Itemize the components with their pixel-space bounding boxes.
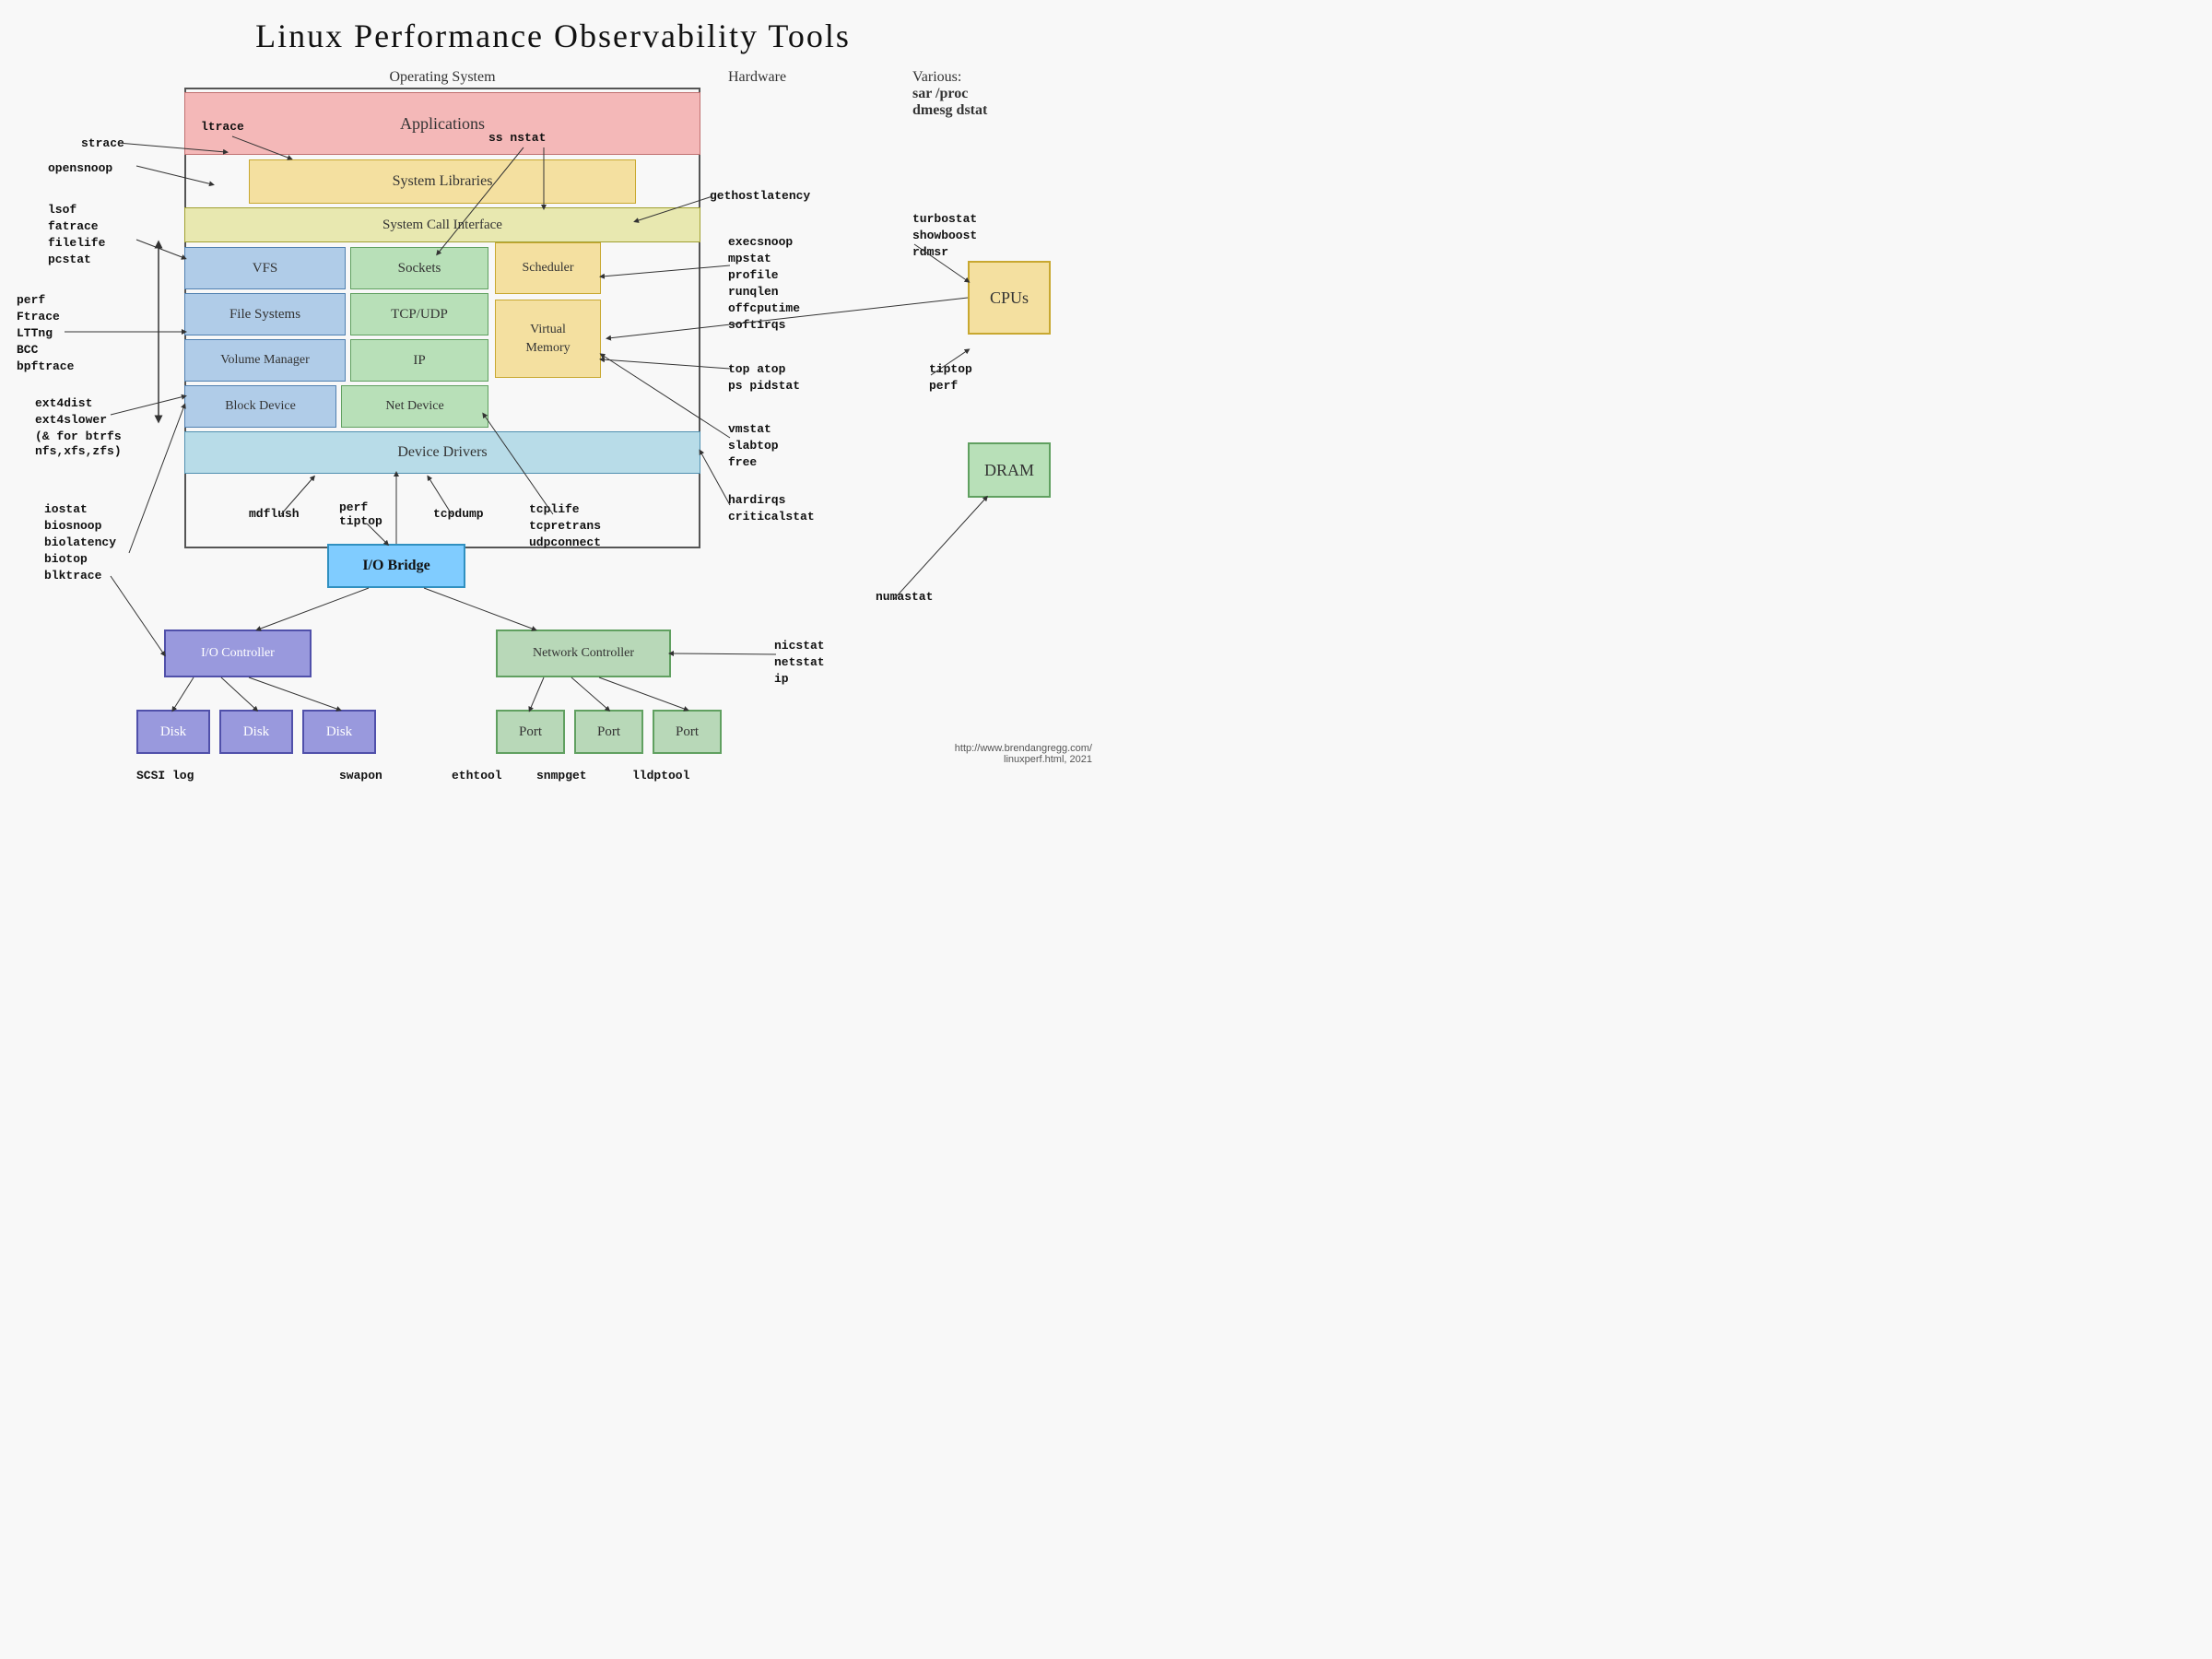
box-disk-1: Disk [136,710,210,754]
layer-applications: Applications [184,92,700,155]
box-scheduler: Scheduler [495,242,601,294]
tool-tiptop: tiptop [929,362,972,376]
box-volume-manager: Volume Manager [184,339,346,382]
tool-perf: perf [17,293,45,307]
layer-device-drivers: Device Drivers [184,431,700,474]
tool-ip: ip [774,672,789,686]
tool-perf-tiptop: perftiptop [339,500,382,528]
tool-filelife: filelife [48,236,105,250]
tool-udpconnect: udpconnect [529,535,601,549]
tool-gethostlatency: gethostlatency [710,189,810,203]
box-file-systems: File Systems [184,293,346,335]
box-block-device: Block Device [184,385,336,428]
tool-criticalstat: criticalstat [728,510,815,524]
tool-nicstat: nicstat [774,639,825,653]
tool-biosnoop: biosnoop [44,519,101,533]
tool-fatrace: fatrace [48,219,99,233]
tool-free: free [728,455,757,469]
tool-turbostat: turbostat [912,212,977,226]
footnote: http://www.brendangregg.com/linuxperf.ht… [955,743,1092,765]
tool-btrfs-note: (& for btrfs [35,429,122,443]
tool-ext4slower: ext4slower [35,413,107,427]
box-net-device: Net Device [341,385,488,428]
tool-ss-nstat: ss nstat [488,131,546,145]
tool-profile: profile [728,268,779,282]
tool-runqlen: runqlen [728,285,779,299]
layer-system-libraries: System Libraries [249,159,636,204]
layer-syscall: System Call Interface [184,207,700,242]
tool-showboost: showboost [912,229,977,242]
tool-netstat: netstat [774,655,825,669]
box-cpus: CPUs [968,261,1051,335]
box-dram: DRAM [968,442,1051,498]
tool-vmstat: vmstat [728,422,771,436]
tool-perf2: perf [929,379,958,393]
various-label: Various: sar /proc dmesg dstat [912,69,987,119]
tool-lldptool: lldptool [632,769,689,782]
tool-scsi-log: SCSI log [136,769,194,782]
tool-biotop: biotop [44,552,88,566]
tool-slabtop: slabtop [728,439,779,453]
box-port-3: Port [653,710,722,754]
diagram-area: Linux Performance Observability Tools Op… [0,0,1106,774]
tool-swapon: swapon [339,769,382,782]
box-vfs: VFS [184,247,346,289]
tool-ltrace: ltrace [201,120,244,134]
tool-lsof: lsof [48,203,76,217]
tool-opensnoop: opensnoop [48,161,112,175]
box-io-bridge: I/O Bridge [327,544,465,588]
tool-pcstat: pcstat [48,253,91,266]
tool-btrfs-note2: nfs,xfs,zfs) [35,444,122,458]
tool-numastat: numastat [876,590,933,604]
tool-ftrace: Ftrace [17,310,60,324]
box-sockets: Sockets [350,247,488,289]
box-network-controller: Network Controller [496,629,671,677]
tool-hardirqs: hardirqs [728,493,785,507]
tool-softirqs: softirqs [728,318,785,332]
tool-lttng: LTTng [17,326,53,340]
box-ip: IP [350,339,488,382]
box-disk-2: Disk [219,710,293,754]
box-tcp-udp: TCP/UDP [350,293,488,335]
tool-ext4dist: ext4dist [35,396,92,410]
box-disk-3: Disk [302,710,376,754]
tool-tcpretrans: tcpretrans [529,519,601,533]
hw-label: Hardware [728,69,786,86]
tool-biolatency: biolatency [44,535,116,549]
page-title: Linux Performance Observability Tools [0,0,1106,63]
tool-blktrace: blktrace [44,569,101,582]
box-io-controller: I/O Controller [164,629,312,677]
tool-bcc: BCC [17,343,38,357]
box-virtual-memory: VirtualMemory [495,300,601,378]
tool-execsnoop: execsnoop [728,235,793,249]
tool-iostat: iostat [44,502,88,516]
tool-bpftrace: bpftrace [17,359,74,373]
os-label: Operating System [184,69,700,86]
tool-ethtool: ethtool [452,769,502,782]
tool-rdmsr: rdmsr [912,245,948,259]
tool-ps-pidstat: ps pidstat [728,379,800,393]
tool-tcpdump: tcpdump [433,507,484,521]
tool-top: top atop [728,362,785,376]
tool-tcplife: tcplife [529,502,580,516]
tool-mpstat: mpstat [728,252,771,265]
tool-strace: strace [81,136,124,150]
box-port-1: Port [496,710,565,754]
tool-mdflush: mdflush [249,507,300,521]
tool-offcputime: offcputime [728,301,800,315]
tool-snmpget: snmpget [536,769,587,782]
box-port-2: Port [574,710,643,754]
